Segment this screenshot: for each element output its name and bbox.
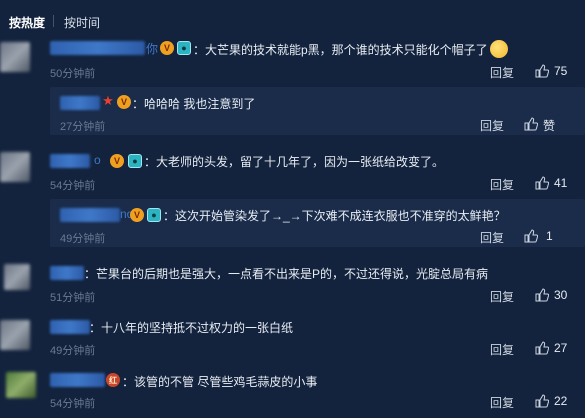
level-badge-icon: ● xyxy=(147,208,161,222)
thumbs-up-icon[interactable] xyxy=(524,229,538,243)
reply-button[interactable]: 回复 xyxy=(490,288,514,305)
vip-badge-icon: V xyxy=(160,41,174,55)
red-badge-icon: 红 xyxy=(106,373,120,387)
thumbs-up-icon[interactable] xyxy=(535,394,549,408)
username[interactable] xyxy=(60,96,100,110)
like-count: 22 xyxy=(554,394,568,408)
star-icon: ★ xyxy=(102,93,114,108)
comment-time: 54分钟前 xyxy=(50,398,96,410)
reply-button[interactable]: 回复 xyxy=(490,341,514,358)
like-count: 41 xyxy=(554,176,568,190)
comment-text: ：十八年的坚持抵不过权力的一张白纸 xyxy=(89,321,294,335)
like-button-label[interactable]: 赞 xyxy=(543,117,555,134)
reply-button[interactable]: 回复 xyxy=(490,176,514,193)
comment-time: 51分钟前 xyxy=(50,292,96,304)
username[interactable] xyxy=(50,41,145,55)
avatar[interactable] xyxy=(6,372,36,398)
username-fragment[interactable]: o xyxy=(94,153,101,167)
thumbs-up-icon[interactable] xyxy=(524,117,538,131)
sort-bar: 按热度 按时间 xyxy=(0,0,585,40)
comment-item: o V ● ：大老师的头发，留了十几年了，因为一张纸给改变了。 54分钟前 回复… xyxy=(0,150,585,195)
comment-time: 54分钟前 xyxy=(50,180,96,192)
username-fragment[interactable]: 你 xyxy=(146,40,158,57)
thumbs-up-icon[interactable] xyxy=(535,288,549,302)
level-badge-icon: ● xyxy=(177,41,191,55)
thumbs-up-icon[interactable] xyxy=(535,341,549,355)
username[interactable] xyxy=(50,266,84,280)
username[interactable] xyxy=(50,373,105,387)
vip-badge-icon: V xyxy=(130,208,144,222)
sub-reply-item: no V ● ：这次开始管染发了→_→下次难不成连衣服也不准穿的太鲜艳？ 49分… xyxy=(50,199,585,247)
sort-by-time-tab[interactable]: 按时间 xyxy=(64,14,100,31)
like-count: 27 xyxy=(554,341,568,355)
comment-item: 红 ：该管的不管 尽管些鸡毛蒜皮的小事 54分钟前 回复 22 xyxy=(0,370,585,415)
like-count: 75 xyxy=(554,64,568,78)
sort-separator xyxy=(53,15,54,27)
sub-reply-item: ★ V ：哈哈哈 我也注意到了 27分钟前 回复 赞 xyxy=(50,87,585,135)
username[interactable] xyxy=(60,208,120,222)
like-count: 1 xyxy=(546,229,553,243)
comment-time: 27分钟前 xyxy=(60,121,106,133)
comment-text: ：芒果台的后期也是强大，一点看不出来是P的，不过还得说，光腚总局有病 xyxy=(84,267,489,281)
avatar[interactable] xyxy=(0,42,30,72)
comment-time: 49分钟前 xyxy=(50,345,96,357)
level-badge-icon: ● xyxy=(128,154,142,168)
thumbs-up-icon[interactable] xyxy=(535,176,549,190)
avatar[interactable] xyxy=(0,320,30,350)
comment-text: ：这次开始管染发了→_→下次难不成连衣服也不准穿的太鲜艳？ xyxy=(163,209,506,223)
reply-button[interactable]: 回复 xyxy=(490,64,514,81)
comment-text: ：该管的不管 尽管些鸡毛蒜皮的小事 xyxy=(122,375,318,389)
avatar[interactable] xyxy=(4,264,30,290)
vip-badge-icon: V xyxy=(117,95,131,109)
thumbs-up-icon[interactable] xyxy=(535,64,549,78)
smile-emoji-icon xyxy=(489,40,508,58)
comment-text: ：哈哈哈 我也注意到了 xyxy=(132,97,256,111)
comment-time: 49分钟前 xyxy=(60,233,106,245)
comment-item: 你 V ● ：大芒果的技术就能p黑，那个谁的技术只能化个帽子了 50分钟前 回复… xyxy=(0,38,585,83)
comment-text: ：大老师的头发，留了十几年了，因为一张纸给改变了。 xyxy=(144,155,445,169)
comment-item: ：芒果台的后期也是强大，一点看不出来是P的，不过还得说，光腚总局有病 51分钟前… xyxy=(0,262,585,307)
reply-button[interactable]: 回复 xyxy=(480,117,504,134)
reply-button[interactable]: 回复 xyxy=(490,394,514,411)
username[interactable] xyxy=(50,154,90,168)
comment-time: 50分钟前 xyxy=(50,68,96,80)
reply-button[interactable]: 回复 xyxy=(480,229,504,246)
sort-by-hot-tab[interactable]: 按热度 xyxy=(9,14,45,31)
avatar[interactable] xyxy=(0,152,30,182)
comment-text: ：大芒果的技术就能p黑，那个谁的技术只能化个帽子了 xyxy=(193,40,508,58)
username[interactable] xyxy=(50,320,90,334)
like-count: 30 xyxy=(554,288,568,302)
vip-badge-icon: V xyxy=(110,154,124,168)
comment-item: ：十八年的坚持抵不过权力的一张白纸 49分钟前 回复 27 xyxy=(0,316,585,361)
